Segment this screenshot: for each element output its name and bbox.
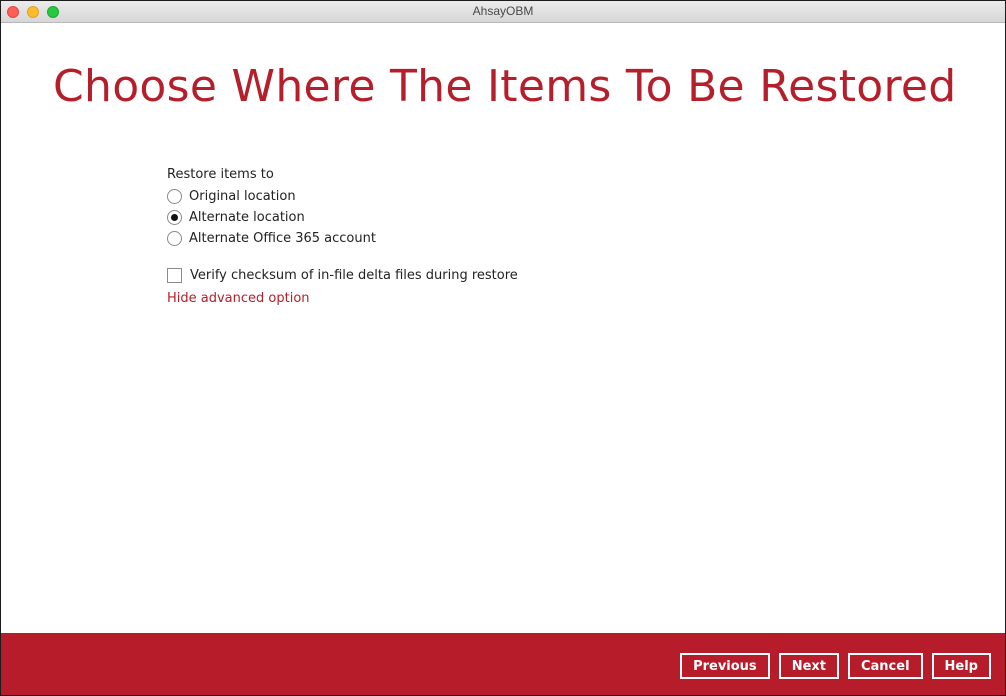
title-bar[interactable]: AhsayOBM xyxy=(1,1,1005,23)
radio-alternate-office365-account[interactable]: Alternate Office 365 account xyxy=(167,228,518,249)
radio-button-icon[interactable] xyxy=(167,189,182,204)
radio-original-location[interactable]: Original location xyxy=(167,186,518,207)
footer-bar: Previous Next Cancel Help xyxy=(1,633,1005,695)
radio-button-selected-icon[interactable] xyxy=(167,210,182,225)
radio-label: Alternate location xyxy=(189,210,305,225)
cancel-button[interactable]: Cancel xyxy=(847,653,923,679)
verify-checksum-option[interactable]: Verify checksum of in-file delta files d… xyxy=(167,265,518,285)
next-button[interactable]: Next xyxy=(778,653,839,679)
radio-button-icon[interactable] xyxy=(167,231,182,246)
page-title: Choose Where The Items To Be Restored xyxy=(53,61,957,112)
app-window: AhsayOBM Choose Where The Items To Be Re… xyxy=(0,0,1006,696)
hide-advanced-option-link[interactable]: Hide advanced option xyxy=(167,291,310,306)
previous-button[interactable]: Previous xyxy=(680,653,770,679)
radio-label: Alternate Office 365 account xyxy=(189,231,376,246)
window-title: AhsayOBM xyxy=(472,4,534,18)
help-button[interactable]: Help xyxy=(931,653,991,679)
verify-checksum-checkbox[interactable] xyxy=(167,267,182,283)
radio-label: Original location xyxy=(189,189,296,204)
footer-button-group: Previous Next Cancel Help xyxy=(671,653,991,679)
restore-options-panel: Restore items to Original location Alter… xyxy=(167,167,518,306)
radio-alternate-location[interactable]: Alternate location xyxy=(167,207,518,228)
restore-items-to-label: Restore items to xyxy=(167,167,274,182)
verify-checksum-label: Verify checksum of in-file delta files d… xyxy=(190,267,518,283)
